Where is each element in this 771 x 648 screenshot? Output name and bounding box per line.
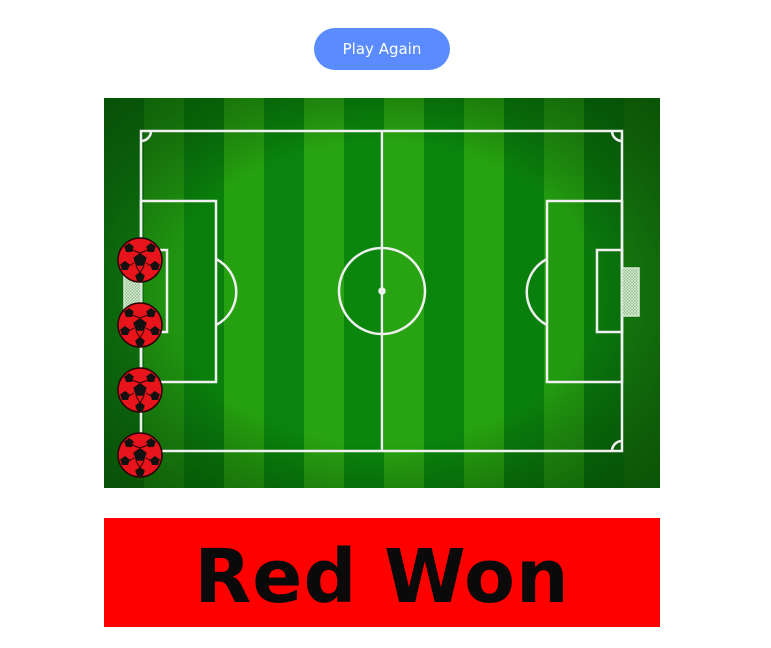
soccer-ball-icon [117,302,163,348]
soccer-ball-icon [117,367,163,413]
soccer-ball-icon [117,237,163,283]
play-again-button[interactable]: Play Again [314,28,450,70]
soccer-field [104,98,660,488]
result-text: Red Won [194,533,570,620]
soccer-field-svg [104,98,660,488]
goal-net-icon [621,267,640,317]
result-banner: Red Won [104,518,660,627]
soccer-ball-icon [117,432,163,478]
game-page: Play Again Red Won [0,0,771,648]
